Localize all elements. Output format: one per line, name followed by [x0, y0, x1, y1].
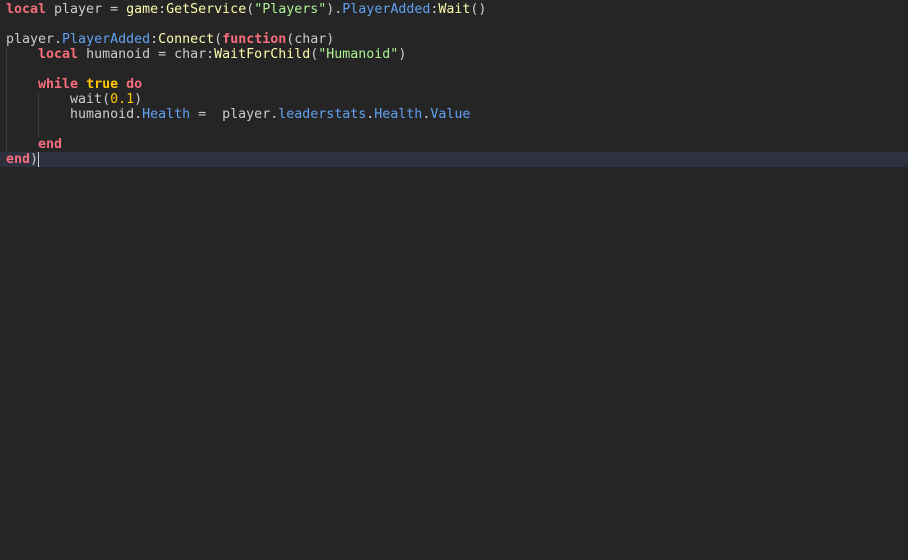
code-token-id: ).: [326, 2, 343, 17]
code-token-id: (): [470, 2, 487, 17]
code-token-prop: Health: [142, 107, 191, 122]
code-line[interactable]: end): [6, 152, 38, 167]
code-token-id: = player.: [190, 107, 279, 122]
code-token-fn: Connect: [158, 32, 215, 47]
code-token-id: player =: [46, 2, 127, 17]
text-cursor: [38, 152, 39, 167]
code-token-id: (: [214, 32, 223, 47]
code-token-fn: game: [126, 2, 159, 17]
code-token-fn: Wait: [438, 2, 471, 17]
code-token-kw: end: [6, 152, 31, 167]
code-token-id: player.: [6, 32, 63, 47]
code-token-prop: leaderstats: [278, 107, 367, 122]
code-token-str: "Players": [254, 2, 327, 17]
code-line[interactable]: while true do: [6, 77, 142, 92]
code-token-kw: local: [6, 2, 47, 17]
code-token-str: "Humanoid": [318, 47, 399, 62]
code-token-id: [6, 137, 38, 152]
code-token-id: :: [158, 2, 167, 17]
code-token-kw: function: [222, 32, 287, 47]
code-token-id: :: [150, 32, 159, 47]
code-token-id: ): [398, 47, 407, 62]
code-line[interactable]: humanoid.Health = player.leaderstats.Hea…: [6, 107, 470, 122]
code-token-id: ): [134, 92, 143, 107]
code-line[interactable]: local player = game:GetService("Players"…: [6, 2, 486, 17]
code-line[interactable]: local humanoid = char:WaitForChild("Huma…: [6, 47, 406, 62]
code-token-kw: local: [38, 47, 79, 62]
code-token-kw: end: [38, 137, 63, 152]
code-token-id: humanoid.: [6, 107, 143, 122]
code-line[interactable]: end: [6, 137, 62, 152]
code-token-num: 0.1: [110, 92, 135, 107]
code-token-fn: GetService: [166, 2, 247, 17]
code-token-id: ): [30, 152, 39, 167]
code-token-id: (char): [286, 32, 335, 47]
code-token-prop: PlayerAdded: [62, 32, 151, 47]
code-token-id: [6, 47, 38, 62]
code-token-id: [78, 77, 86, 92]
code-token-id: [6, 77, 38, 92]
code-token-prop: PlayerAdded: [342, 2, 431, 17]
code-token-bool: true: [86, 77, 119, 92]
code-token-id: humanoid = char:: [78, 47, 215, 62]
code-token-prop: Value: [430, 107, 471, 122]
code-line[interactable]: wait(0.1): [6, 92, 142, 107]
code-token-kw: while: [38, 77, 79, 92]
code-token-fn: WaitForChild: [214, 47, 311, 62]
code-token-id: [118, 77, 126, 92]
current-line-highlight: [0, 152, 908, 167]
code-token-kw: do: [126, 77, 143, 92]
code-line[interactable]: player.PlayerAdded:Connect(function(char…: [6, 32, 334, 47]
code-editor[interactable]: local player = game:GetService("Players"…: [0, 0, 908, 560]
code-token-prop: Health: [374, 107, 423, 122]
code-token-id: wait(: [6, 92, 111, 107]
